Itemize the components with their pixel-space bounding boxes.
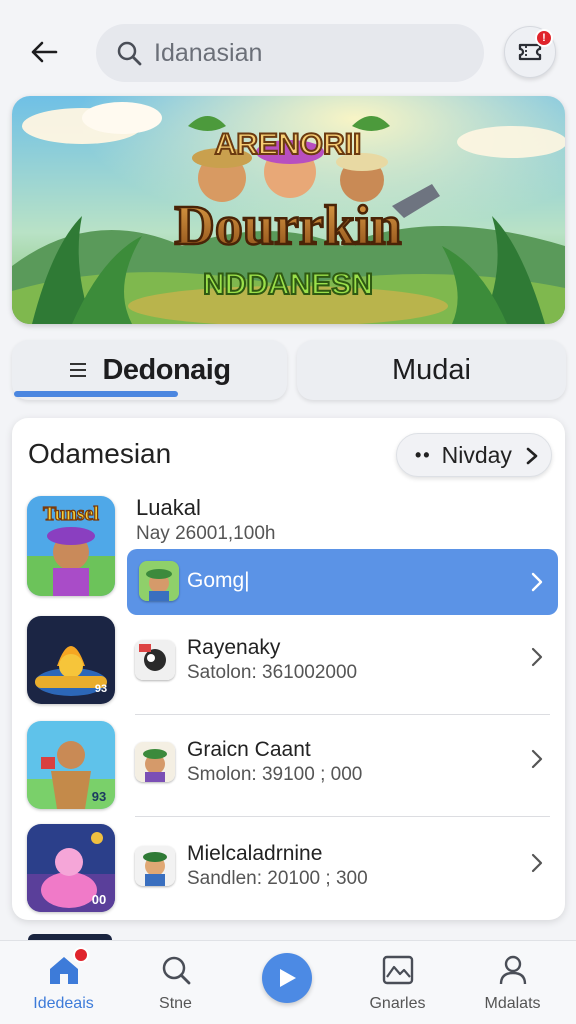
banner-art: ARENORII Dourrkin NDDANESN [12,96,565,324]
cart-button[interactable]: ! [504,26,556,78]
list-icon [70,363,87,377]
nav-search[interactable]: Stne [118,941,233,1024]
top-bar: ! [0,0,576,92]
bottom-nav: Idedeais Stne Gnarles Mdalats [0,940,576,1024]
sort-button[interactable]: •• Nivday [396,433,552,477]
search-icon [162,956,190,985]
game-subtitle: Sandlen: 20100 ; 300 [187,868,368,889]
search-icon [117,41,142,66]
thumb-label: Tunsel [43,503,99,525]
user-icon [499,955,526,985]
game-art: Tunsel [27,496,115,596]
tab-label: Mudai [392,353,471,386]
nav-label: Stne [159,995,192,1012]
chevron-right-icon [531,853,543,873]
play-button[interactable] [262,953,312,1003]
nav-label: Idedeais [33,995,94,1012]
game-title: Mielcaladrnine [187,842,323,865]
nav-home[interactable]: Idedeais [6,941,121,1024]
thumb-label: 93 [92,789,106,804]
game-thumbnail[interactable]: 93 [27,616,115,704]
banner-line-3: NDDANESN [203,268,373,301]
chevron-right-icon [531,749,543,769]
game-subtitle: Smolon: 39100 ; 000 [187,764,363,785]
sort-label: Nivday [441,441,512,468]
back-button[interactable] [22,30,66,74]
game-art: 93 [27,721,115,809]
nav-gallery[interactable]: Gnarles [340,941,455,1024]
search-input[interactable] [154,38,454,68]
search-bar[interactable] [96,24,484,82]
game-subtitle: Nay 26001,100h [136,523,276,544]
games-card: Odamesian •• Nivday Tunsel Luakal Nay 26… [12,418,565,920]
banner-line-1: ARENORII [215,128,362,161]
game-subtitle: Satolon: 361002000 [187,662,358,683]
nav-label: Gnarles [369,995,426,1012]
game-thumbnail[interactable]: 93 [27,721,115,809]
game-art: 93 [27,616,115,704]
nav-profile[interactable]: Mdalats [455,941,570,1024]
avatar [135,846,175,886]
row-divider [135,714,550,715]
play-icon [280,969,296,987]
game-title: Rayenaky [187,636,281,659]
featured-action-row[interactable]: Gomg| [127,549,558,615]
game-row[interactable]: Mielcaladrnine Sandlen: 20100 ; 300 [127,820,550,920]
game-thumbnail[interactable]: Tunsel [27,496,115,596]
chevron-right-icon [531,572,543,592]
game-title: Graicn Caant [187,738,311,761]
game-row[interactable]: Rayenaky Satolon: 361002000 [127,614,550,714]
arrow-left-icon [31,41,58,63]
nav-label: Mdalats [484,995,541,1012]
game-row[interactable]: Graicn Caant Smolon: 39100 ; 000 [127,716,550,816]
avatar [139,561,179,601]
dots-icon: •• [415,444,432,465]
avatar [135,742,175,782]
avatar [135,640,175,680]
chevron-right-icon [526,447,538,465]
notification-badge: ! [535,29,553,47]
thumb-label: 00 [92,892,106,907]
notification-badge [72,947,89,963]
image-icon [382,955,413,985]
game-thumbnail[interactable]: 00 [27,824,115,912]
active-tab-indicator [14,391,178,397]
featured-action-label: Gomg| [187,569,250,592]
hero-banner[interactable]: ARENORII Dourrkin NDDANESN [12,96,565,324]
thumb-label: 93 [95,683,107,695]
tab-label: Dedonaig [102,353,231,386]
game-title: Luakal [136,495,201,520]
game-art: 00 [27,824,115,912]
tab-mudai[interactable]: Mudai [297,340,566,400]
chevron-right-icon [531,647,543,667]
banner-line-2: Dourrkin [174,195,401,257]
row-divider [135,816,550,817]
section-title: Odamesian [28,438,172,469]
